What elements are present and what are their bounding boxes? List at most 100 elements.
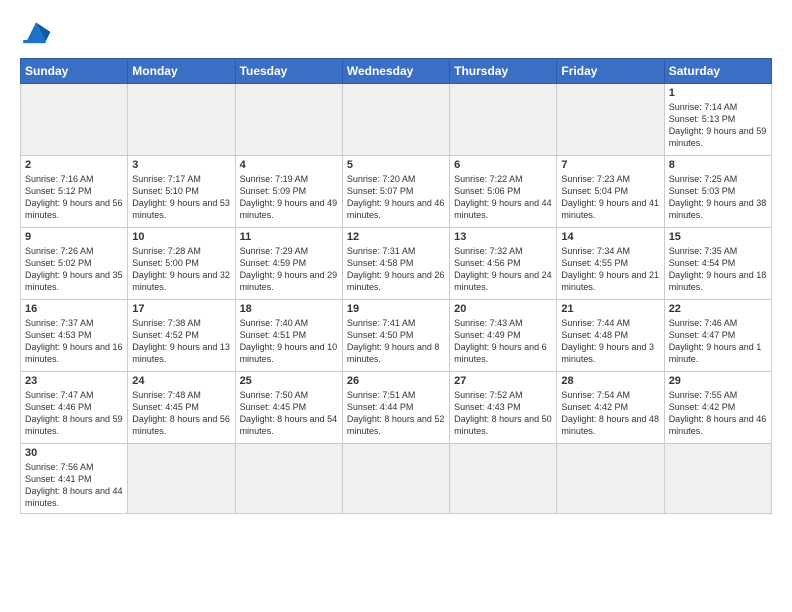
- day-cell: 5 Sunrise: 7:20 AM Sunset: 5:07 PM Daylig…: [342, 156, 449, 228]
- day-number: 5: [347, 159, 445, 171]
- logo: [20, 16, 56, 48]
- calendar: SundayMondayTuesdayWednesdayThursdayFrid…: [20, 58, 772, 514]
- day-info: Sunrise: 7:19 AM Sunset: 5:09 PM Dayligh…: [240, 173, 338, 222]
- day-cell: 18Sunrise: 7:40 AM Sunset: 4:51 PM Dayli…: [235, 300, 342, 372]
- day-info: Sunrise: 7:16 AM Sunset: 5:12 PM Dayligh…: [25, 173, 123, 222]
- logo-icon: [20, 16, 52, 48]
- day-info: Sunrise: 7:50 AM Sunset: 4:45 PM Dayligh…: [240, 389, 338, 438]
- day-number: 3: [132, 159, 230, 171]
- day-number: 18: [240, 303, 338, 315]
- day-number: 16: [25, 303, 123, 315]
- day-number: 11: [240, 231, 338, 243]
- day-info: Sunrise: 7:51 AM Sunset: 4:44 PM Dayligh…: [347, 389, 445, 438]
- weekday-header-tuesday: Tuesday: [235, 59, 342, 84]
- day-cell: 13 Sunrise: 7:32 AM Sunset: 4:56 PM Dayli…: [450, 228, 557, 300]
- day-number: 9: [25, 231, 123, 243]
- day-info: Sunrise: 7:41 AM Sunset: 4:50 PM Dayligh…: [347, 317, 445, 366]
- day-info: Sunrise: 7:20 AM Sunset: 5:07 PM Dayligh…: [347, 173, 445, 222]
- day-cell: [21, 84, 128, 156]
- day-number: 24: [132, 375, 230, 387]
- day-cell: 7Sunrise: 7:23 AM Sunset: 5:04 PM Daylig…: [557, 156, 664, 228]
- weekday-header-friday: Friday: [557, 59, 664, 84]
- day-info: Sunrise: 7:34 AM Sunset: 4:55 PM Dayligh…: [561, 245, 659, 294]
- day-cell: 17Sunrise: 7:38 AM Sunset: 4:52 PM Dayli…: [128, 300, 235, 372]
- day-info: Sunrise: 7:17 AM Sunset: 5:10 PM Dayligh…: [132, 173, 230, 222]
- day-cell: 2Sunrise: 7:16 AM Sunset: 5:12 PM Daylig…: [21, 156, 128, 228]
- day-number: 1: [669, 87, 767, 99]
- day-info: Sunrise: 7:26 AM Sunset: 5:02 PM Dayligh…: [25, 245, 123, 294]
- week-row-1: 1 Sunrise: 7:14 AM Sunset: 5:13 PM Daylig…: [21, 84, 772, 156]
- weekday-header-monday: Monday: [128, 59, 235, 84]
- day-info: Sunrise: 7:46 AM Sunset: 4:47 PM Dayligh…: [669, 317, 767, 366]
- day-info: Sunrise: 7:52 AM Sunset: 4:43 PM Dayligh…: [454, 389, 552, 438]
- weekday-header-row: SundayMondayTuesdayWednesdayThursdayFrid…: [21, 59, 772, 84]
- day-cell: 6 Sunrise: 7:22 AM Sunset: 5:06 PM Daylig…: [450, 156, 557, 228]
- day-cell: [557, 444, 664, 514]
- day-cell: 12 Sunrise: 7:31 AM Sunset: 4:58 PM Dayli…: [342, 228, 449, 300]
- day-number: 10: [132, 231, 230, 243]
- day-cell: 24 Sunrise: 7:48 AM Sunset: 4:45 PM Dayli…: [128, 372, 235, 444]
- day-cell: 21 Sunrise: 7:44 AM Sunset: 4:48 PM Dayli…: [557, 300, 664, 372]
- day-cell: [235, 84, 342, 156]
- day-cell: 19Sunrise: 7:41 AM Sunset: 4:50 PM Dayli…: [342, 300, 449, 372]
- day-info: Sunrise: 7:31 AM Sunset: 4:58 PM Dayligh…: [347, 245, 445, 294]
- day-cell: 22 Sunrise: 7:46 AM Sunset: 4:47 PM Dayli…: [664, 300, 771, 372]
- day-number: 21: [561, 303, 659, 315]
- day-info: Sunrise: 7:29 AM Sunset: 4:59 PM Dayligh…: [240, 245, 338, 294]
- day-info: Sunrise: 7:35 AM Sunset: 4:54 PM Dayligh…: [669, 245, 767, 294]
- day-cell: [342, 444, 449, 514]
- day-info: Sunrise: 7:25 AM Sunset: 5:03 PM Dayligh…: [669, 173, 767, 222]
- day-number: 6: [454, 159, 552, 171]
- day-cell: 25 Sunrise: 7:50 AM Sunset: 4:45 PM Dayli…: [235, 372, 342, 444]
- day-info: Sunrise: 7:22 AM Sunset: 5:06 PM Dayligh…: [454, 173, 552, 222]
- day-number: 14: [561, 231, 659, 243]
- day-number: 30: [25, 447, 123, 459]
- day-number: 7: [561, 159, 659, 171]
- day-info: Sunrise: 7:48 AM Sunset: 4:45 PM Dayligh…: [132, 389, 230, 438]
- week-row-5: 23 Sunrise: 7:47 AM Sunset: 4:46 PM Dayli…: [21, 372, 772, 444]
- day-cell: [235, 444, 342, 514]
- day-cell: 27 Sunrise: 7:52 AM Sunset: 4:43 PM Dayli…: [450, 372, 557, 444]
- day-number: 25: [240, 375, 338, 387]
- day-cell: [128, 84, 235, 156]
- day-info: Sunrise: 7:28 AM Sunset: 5:00 PM Dayligh…: [132, 245, 230, 294]
- day-info: Sunrise: 7:37 AM Sunset: 4:53 PM Dayligh…: [25, 317, 123, 366]
- day-cell: 30 Sunrise: 7:56 AM Sunset: 4:41 PM Dayli…: [21, 444, 128, 514]
- day-cell: 15 Sunrise: 7:35 AM Sunset: 4:54 PM Dayli…: [664, 228, 771, 300]
- day-cell: [128, 444, 235, 514]
- day-info: Sunrise: 7:14 AM Sunset: 5:13 PM Dayligh…: [669, 101, 767, 150]
- day-number: 27: [454, 375, 552, 387]
- day-number: 13: [454, 231, 552, 243]
- day-info: Sunrise: 7:44 AM Sunset: 4:48 PM Dayligh…: [561, 317, 659, 366]
- day-info: Sunrise: 7:43 AM Sunset: 4:49 PM Dayligh…: [454, 317, 552, 366]
- day-cell: 8Sunrise: 7:25 AM Sunset: 5:03 PM Daylig…: [664, 156, 771, 228]
- day-number: 15: [669, 231, 767, 243]
- day-number: 23: [25, 375, 123, 387]
- day-cell: 20 Sunrise: 7:43 AM Sunset: 4:49 PM Dayli…: [450, 300, 557, 372]
- day-cell: 1 Sunrise: 7:14 AM Sunset: 5:13 PM Daylig…: [664, 84, 771, 156]
- day-info: Sunrise: 7:55 AM Sunset: 4:42 PM Dayligh…: [669, 389, 767, 438]
- week-row-6: 30 Sunrise: 7:56 AM Sunset: 4:41 PM Dayli…: [21, 444, 772, 514]
- day-info: Sunrise: 7:56 AM Sunset: 4:41 PM Dayligh…: [25, 461, 123, 510]
- day-info: Sunrise: 7:32 AM Sunset: 4:56 PM Dayligh…: [454, 245, 552, 294]
- weekday-header-sunday: Sunday: [21, 59, 128, 84]
- day-cell: 10 Sunrise: 7:28 AM Sunset: 5:00 PM Dayli…: [128, 228, 235, 300]
- day-number: 22: [669, 303, 767, 315]
- day-number: 28: [561, 375, 659, 387]
- day-number: 12: [347, 231, 445, 243]
- weekday-header-saturday: Saturday: [664, 59, 771, 84]
- day-info: Sunrise: 7:54 AM Sunset: 4:42 PM Dayligh…: [561, 389, 659, 438]
- day-cell: 3 Sunrise: 7:17 AM Sunset: 5:10 PM Daylig…: [128, 156, 235, 228]
- day-info: Sunrise: 7:47 AM Sunset: 4:46 PM Dayligh…: [25, 389, 123, 438]
- week-row-3: 9 Sunrise: 7:26 AM Sunset: 5:02 PM Daylig…: [21, 228, 772, 300]
- day-cell: 14 Sunrise: 7:34 AM Sunset: 4:55 PM Dayli…: [557, 228, 664, 300]
- day-cell: 16 Sunrise: 7:37 AM Sunset: 4:53 PM Dayli…: [21, 300, 128, 372]
- day-cell: 4Sunrise: 7:19 AM Sunset: 5:09 PM Daylig…: [235, 156, 342, 228]
- day-number: 29: [669, 375, 767, 387]
- day-cell: [450, 444, 557, 514]
- day-cell: [342, 84, 449, 156]
- day-number: 20: [454, 303, 552, 315]
- header: [20, 16, 772, 48]
- day-cell: 29 Sunrise: 7:55 AM Sunset: 4:42 PM Dayli…: [664, 372, 771, 444]
- week-row-4: 16 Sunrise: 7:37 AM Sunset: 4:53 PM Dayli…: [21, 300, 772, 372]
